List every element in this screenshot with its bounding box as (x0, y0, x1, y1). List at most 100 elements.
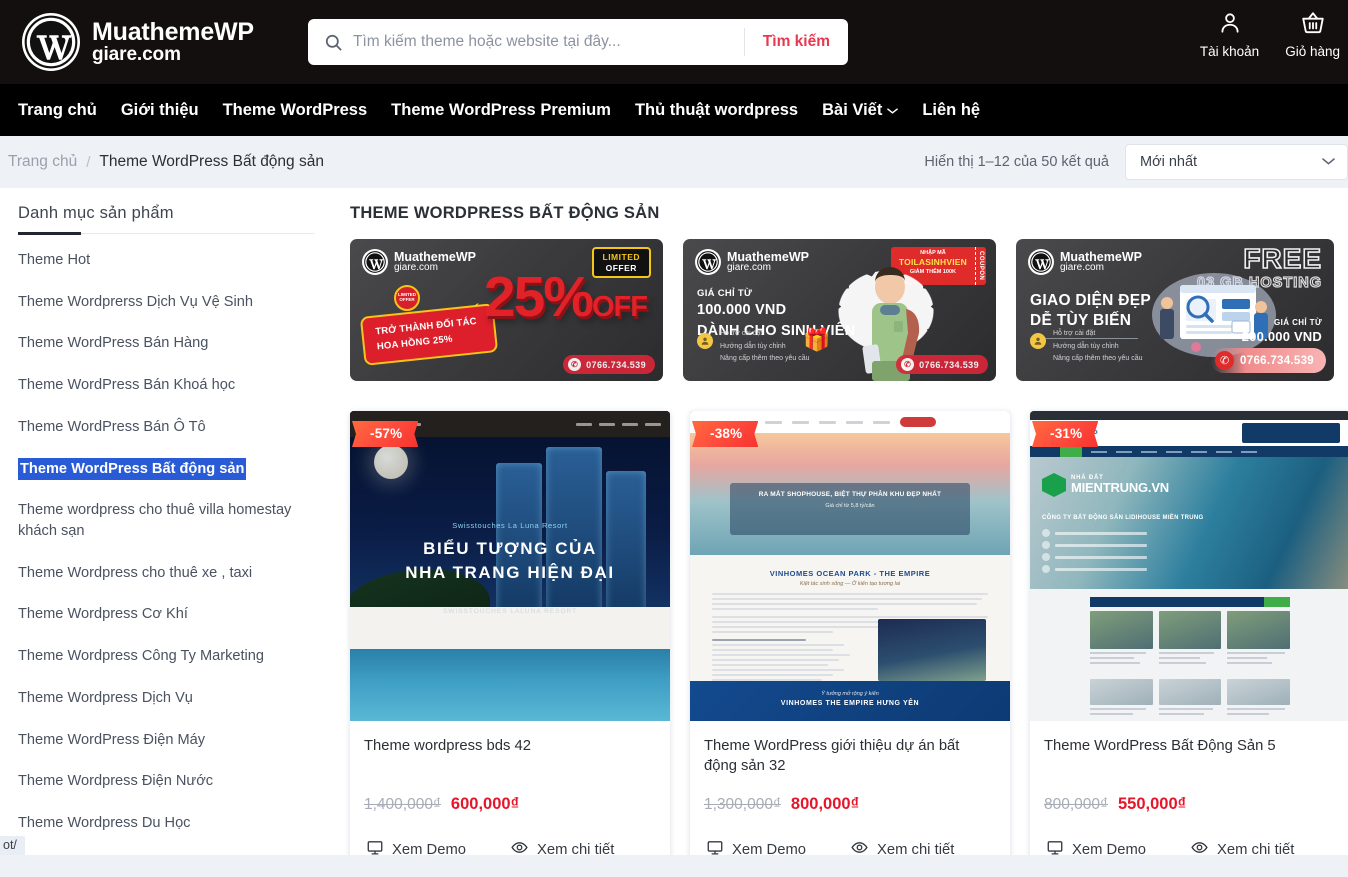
nav-item-theme-wordpress[interactable]: Theme WordPress (211, 101, 380, 120)
nav-label: Theme WordPress Premium (391, 100, 611, 119)
sidebar-item-dich-vu[interactable]: Theme Wordpress Dịch Vụ (18, 677, 314, 719)
banner-logo: MuathemeWP giare.com (1028, 249, 1142, 275)
search-input[interactable] (353, 19, 744, 65)
nav-label: Thủ thuật wordpress (634, 100, 799, 119)
price-original: 1,300,000₫ (704, 796, 781, 813)
view-detail-button[interactable]: Xem chi tiết (510, 839, 614, 855)
banner-support-list: Hỗ trợ cài đặt Hướng dẫn tùy chỉnh Nâng … (697, 328, 810, 365)
sidebar-item-ban-hang[interactable]: Theme WordPress Bán Hàng (18, 323, 314, 365)
sort-dropdown[interactable]: Mới nhất (1125, 144, 1348, 180)
main-navigation: Trang chủ Giới thiệu Theme WordPress The… (0, 84, 1348, 136)
nav-item-gioi-thieu[interactable]: Giới thiệu (109, 101, 211, 120)
account-button[interactable]: Tài khoản (1200, 10, 1259, 59)
water-shape (350, 649, 670, 721)
product-card[interactable]: -57% Swisstouches La Luna Resort BIỂU TƯ… (350, 411, 670, 855)
hero-overlay-title: RA MẮT SHOPHOUSE, BIỆT THỰ PHÂN KHU ĐẸP … (758, 491, 942, 498)
banner-brand-sub: giare.com (727, 262, 771, 274)
product-info: Theme WordPress giới thiệu dự án bất độn… (690, 721, 1010, 814)
sidebar-item-dien-nuoc[interactable]: Theme Wordpress Điện Nước (18, 761, 314, 803)
nav-item-theme-wordpress-premium[interactable]: Theme WordPress Premium (379, 101, 623, 120)
view-detail-label: Xem chi tiết (1217, 841, 1295, 856)
product-info: Theme wordpress bds 42 1,400,000₫ 600,00… (350, 721, 670, 814)
product-card[interactable]: -31% THEME UP (1030, 411, 1348, 855)
banner-phone: ✆ 0766.734.539 (563, 355, 655, 374)
thumb-ad-block (1242, 423, 1340, 443)
sidebar-item-ban-o-to[interactable]: Theme WordPress Bán Ô Tô (18, 406, 314, 448)
thumb-artwork: Swisstouches La Luna Resort BIỂU TƯỢNG C… (350, 411, 670, 721)
building-shape (546, 447, 602, 629)
phone-icon: ✆ (901, 358, 915, 371)
sidebar-item-cho-thue-xe-taxi[interactable]: Theme Wordpress cho thuê xe , taxi (18, 552, 314, 594)
cart-button[interactable]: Giỏ hàng (1285, 10, 1340, 59)
support-agent-icon (1030, 333, 1046, 350)
view-detail-button[interactable]: Xem chi tiết (1190, 839, 1294, 855)
product-grid: -57% Swisstouches La Luna Resort BIỂU TƯ… (350, 411, 1348, 855)
price-sale: 550,000₫ (1117, 795, 1187, 813)
nav-label: Trang chủ (18, 100, 97, 119)
header-actions: Tài khoản Giỏ hàng (1200, 10, 1340, 59)
sidebar-item-du-lich[interactable]: Theme WordPress Du lịch (18, 844, 314, 855)
page-body: Danh mục sản phẩm Theme Hot Theme Wordpr… (0, 188, 1348, 855)
coupon-line-1: NHẬP MÃ (920, 250, 946, 256)
product-thumbnail[interactable]: Swisstouches La Luna Resort BIỂU TƯỢNG C… (350, 411, 670, 721)
brand-text: MuathemeWP giare.com (92, 19, 254, 64)
nav-item-trang-chu[interactable]: Trang chủ (6, 101, 109, 120)
discount-headline: 25%OFF (484, 269, 648, 326)
sidebar-item-dich-vu-ve-sinh[interactable]: Theme Wordprerss Dịch Vụ Vệ Sinh (18, 281, 314, 323)
monitor-icon (366, 839, 384, 855)
results-controls: Hiển thị 1–12 của 50 kết quả Mới nhất (924, 136, 1348, 188)
banner-phone-number: 0766.734.539 (919, 359, 979, 370)
product-card[interactable]: -38% RA MẮT SHOPHOUSE, BIỆT THỰ PHÂN KHU… (690, 411, 1010, 855)
nav-label: Giới thiệu (120, 100, 199, 119)
promo-banner-student[interactable]: MuathemeWP giare.com GIÁ CHỈ TỪ 100.000 … (683, 239, 996, 381)
search-button[interactable]: Tìm kiếm (745, 19, 848, 65)
product-price: 1,300,000₫ 800,000₫ (704, 795, 996, 814)
breadcrumb-home[interactable]: Trang chủ (8, 153, 77, 171)
thumb-contact-lines (1042, 529, 1147, 577)
product-actions: Xem Demo Xem chi tiết (350, 814, 670, 855)
view-demo-button[interactable]: Xem Demo (1046, 839, 1146, 855)
sort-value: Mới nhất (1140, 154, 1198, 170)
sidebar-item-villa-homestay[interactable]: Theme wordpress cho thuê villa homestay … (18, 490, 314, 552)
price-sale: 600,000₫ (450, 795, 520, 813)
search-icon (324, 33, 343, 52)
chevron-down-icon (887, 101, 899, 120)
hosting-price-label: GIÁ CHỈ TỪ (1274, 318, 1322, 327)
product-title[interactable]: Theme WordPress Bất Động Sản 5 (1044, 737, 1336, 777)
wordpress-logo-icon (695, 249, 721, 275)
nav-item-thu-thuat-wordpress[interactable]: Thủ thuật wordpress (623, 101, 810, 120)
sidebar-item-cong-ty-marketing[interactable]: Theme Wordpress Công Ty Marketing (18, 636, 314, 678)
banner-brand: MuathemeWP giare.com (1060, 251, 1142, 274)
thumb-brand: NHÀ ĐẤT MIENTRUNG.VN (1042, 473, 1169, 497)
product-title[interactable]: Theme WordPress giới thiệu dự án bất độn… (704, 737, 996, 777)
site-logo[interactable]: MuathemeWP giare.com (22, 13, 254, 71)
discount-number: 25% (483, 265, 594, 329)
sidebar-item-dien-may[interactable]: Theme WordPress Điện Máy (18, 719, 314, 761)
promo-banner-hosting[interactable]: MuathemeWP giare.com FREE 03 GB HOSTING … (1016, 239, 1334, 381)
product-thumbnail[interactable]: THEME UP NHÀ ĐẤT MIENTRUNG.V (1030, 411, 1348, 721)
brand-names: NHÀ ĐẤT MIENTRUNG.VN (1071, 475, 1169, 495)
wordpress-logo-icon (1028, 249, 1054, 275)
view-demo-button[interactable]: Xem Demo (366, 839, 466, 855)
product-info: Theme WordPress Bất Động Sản 5 800,000₫ … (1030, 721, 1348, 814)
banner-brand: MuathemeWP giare.com (394, 251, 476, 274)
price-sale: 800,000₫ (790, 795, 860, 813)
thumb-artwork: THEME UP NHÀ ĐẤT MIENTRUNG.V (1030, 411, 1348, 721)
product-thumbnail[interactable]: RA MẮT SHOPHOUSE, BIỆT THỰ PHÂN KHU ĐẸP … (690, 411, 1010, 721)
sidebar-item-ban-khoa-hoc[interactable]: Theme WordPress Bán Khoá học (18, 365, 314, 407)
view-demo-button[interactable]: Xem Demo (706, 839, 806, 855)
nav-item-lien-he[interactable]: Liên hệ (910, 101, 992, 120)
wordpress-logo-icon (22, 13, 80, 71)
product-title[interactable]: Theme wordpress bds 42 (364, 737, 656, 777)
view-detail-button[interactable]: Xem chi tiết (850, 839, 954, 855)
sidebar-item-co-khi[interactable]: Theme Wordpress Cơ Khí (18, 594, 314, 636)
nav-item-bai-viet[interactable]: Bài Viết (810, 101, 910, 120)
promo-banner-partner[interactable]: MuathemeWP giare.com LIMITED OFFER LIMIT… (350, 239, 663, 381)
sidebar-item-theme-hot[interactable]: Theme Hot (18, 246, 314, 281)
sidebar-item-bat-dong-san[interactable]: Theme WordPress Bất động sản (18, 457, 247, 481)
page-title: THEME WORDPRESS BẤT ĐỘNG SẢN (350, 204, 660, 222)
monitor-icon (1046, 839, 1064, 855)
breadcrumb-separator: / (86, 153, 91, 171)
eye-icon (1190, 839, 1209, 855)
sidebar-item-du-hoc[interactable]: Theme Wordpress Du Học (18, 803, 314, 845)
